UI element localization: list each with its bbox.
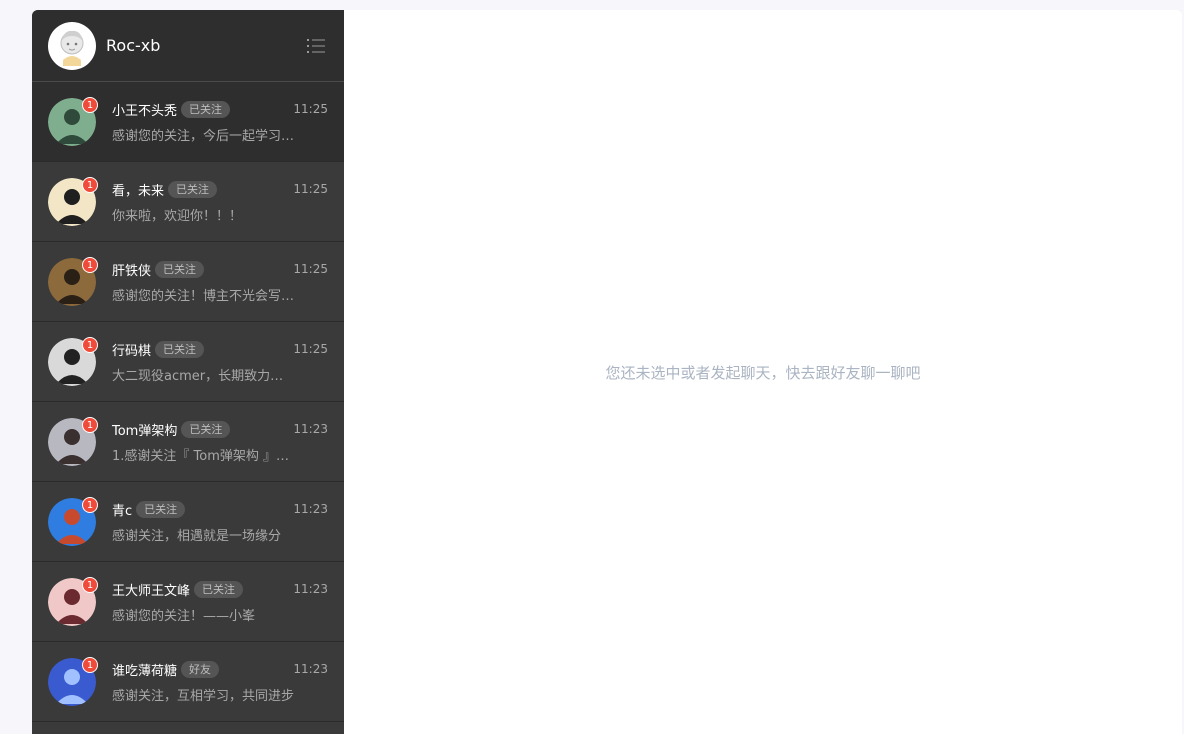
empty-chat-hint: 您还未选中或者发起聊天，快去跟好友聊一聊吧 (605, 363, 921, 382)
chat-meta-top: 行码棋 已关注 11:25 (112, 339, 328, 359)
unread-badge: 1 (82, 496, 98, 513)
chat-meta: 行码棋 已关注 11:25 大二现役acmer，长期致力于算法学习 (112, 339, 328, 384)
relation-tag: 已关注 (155, 340, 205, 358)
unread-badge: 1 (82, 96, 98, 113)
contact-name: Tom弹架构 (112, 423, 178, 439)
chat-meta: 谁吃薄荷糖 好友 11:23 感谢关注，互相学习，共同进步 (112, 659, 328, 704)
contact-avatar-wrap: 1 (48, 496, 98, 546)
chat-list-item[interactable]: 1 肝铁侠 已关注 11:25 感谢您的关注！博主不光会写代码 (32, 242, 344, 322)
message-preview: 你来啦，欢迎你！！！ (112, 209, 243, 224)
contact-name: 小王不头秃 (112, 103, 178, 119)
unread-badge: 1 (82, 256, 98, 273)
cartoon-face-icon (60, 30, 84, 66)
unread-badge: 1 (82, 656, 98, 673)
chat-list: 1 小王不头秃 已关注 11:25 感谢您的关注，今后一起学习进步 1 看，未来… (32, 82, 344, 734)
message-preview: 1.感谢关注『 Tom弹架构 』欢迎交流 (112, 449, 296, 464)
relation-tag: 已关注 (181, 420, 231, 438)
unread-badge: 1 (82, 576, 98, 593)
chat-meta: Tom弹架构 已关注 11:23 1.感谢关注『 Tom弹架构 』欢迎交流 (112, 419, 328, 464)
message-time: 11:23 (293, 582, 328, 596)
chat-meta-top: 小王不头秃 已关注 11:25 (112, 99, 328, 119)
profile-header: Roc-xb (32, 10, 344, 82)
message-time: 11:25 (293, 262, 328, 276)
chat-main-panel: 您还未选中或者发起聊天，快去跟好友聊一聊吧 (344, 10, 1182, 734)
relation-tag: 已关注 (194, 580, 244, 598)
chat-meta-top: 青c 已关注 11:23 (112, 499, 328, 519)
chat-list-item[interactable]: 1 看，未来 已关注 11:25 你来啦，欢迎你！！！ (32, 162, 344, 242)
contact-avatar-wrap: 1 (48, 256, 98, 306)
chat-sidebar: Roc-xb 1 小王不头秃 已关注 11:25 感谢您的关注，今后一起学习进步… (32, 10, 344, 734)
unread-badge: 1 (82, 336, 98, 353)
chat-list-item[interactable]: 1 青c 已关注 11:23 感谢关注，相遇就是一场缘分 (32, 482, 344, 562)
relation-tag: 已关注 (181, 100, 231, 118)
message-preview: 感谢您的关注，今后一起学习进步 (112, 129, 296, 144)
relation-tag: 好友 (181, 660, 220, 678)
contact-avatar-wrap: 1 (48, 656, 98, 706)
list-menu-icon[interactable] (306, 36, 326, 56)
chat-list-item[interactable]: 1 谁吃薄荷糖 好友 11:23 感谢关注，互相学习，共同进步 (32, 642, 344, 722)
message-time: 11:25 (293, 342, 328, 356)
chat-app: Roc-xb 1 小王不头秃 已关注 11:25 感谢您的关注，今后一起学习进步… (32, 10, 1182, 734)
message-time: 11:25 (293, 182, 328, 196)
message-time: 11:23 (293, 662, 328, 676)
message-preview: 感谢您的关注！博主不光会写代码 (112, 289, 296, 304)
contact-avatar-wrap: 1 (48, 576, 98, 626)
contact-avatar-wrap: 1 (48, 96, 98, 146)
chat-list-item[interactable]: 1 王大师王文峰 已关注 11:23 感谢您的关注！——小峯 (32, 562, 344, 642)
chat-meta-top: Tom弹架构 已关注 11:23 (112, 419, 328, 439)
chat-list-item[interactable]: 1 行码棋 已关注 11:25 大二现役acmer，长期致力于算法学习 (32, 322, 344, 402)
chat-meta-top: 谁吃薄荷糖 好友 11:23 (112, 659, 328, 679)
message-preview: 大二现役acmer，长期致力于算法学习 (112, 369, 296, 384)
chat-meta-top: 王大师王文峰 已关注 11:23 (112, 579, 328, 599)
contact-avatar-wrap: 1 (48, 336, 98, 386)
relation-tag: 已关注 (168, 180, 218, 198)
contact-name: 青c (112, 503, 133, 519)
message-preview: 感谢关注，互相学习，共同进步 (112, 689, 295, 704)
contact-name: 肝铁侠 (112, 263, 152, 279)
chat-list-item[interactable]: 1 小王不头秃 已关注 11:25 感谢您的关注，今后一起学习进步 (32, 82, 344, 162)
profile-avatar[interactable] (48, 21, 96, 70)
message-time: 11:23 (293, 502, 328, 516)
chat-list-item[interactable]: 1 Tom弹架构 已关注 11:23 1.感谢关注『 Tom弹架构 』欢迎交流 (32, 402, 344, 482)
contact-avatar-wrap: 1 (48, 176, 98, 226)
contact-avatar-wrap: 1 (48, 416, 98, 466)
message-time: 11:25 (293, 102, 328, 116)
contact-name: 行码棋 (112, 343, 152, 359)
chat-meta: 肝铁侠 已关注 11:25 感谢您的关注！博主不光会写代码 (112, 259, 328, 304)
chat-meta: 看，未来 已关注 11:25 你来啦，欢迎你！！！ (112, 179, 328, 224)
chat-meta: 小王不头秃 已关注 11:25 感谢您的关注，今后一起学习进步 (112, 99, 328, 144)
relation-tag: 已关注 (136, 500, 186, 518)
chat-meta: 青c 已关注 11:23 感谢关注，相遇就是一场缘分 (112, 499, 328, 544)
chat-meta-top: 肝铁侠 已关注 11:25 (112, 259, 328, 279)
unread-badge: 1 (82, 176, 98, 193)
message-preview: 感谢关注，相遇就是一场缘分 (112, 529, 282, 544)
profile-name: Roc-xb (106, 36, 161, 55)
relation-tag: 已关注 (155, 260, 205, 278)
unread-badge: 1 (82, 416, 98, 433)
contact-name: 谁吃薄荷糖 (112, 663, 178, 679)
contact-name: 王大师王文峰 (112, 583, 191, 599)
chat-meta: 王大师王文峰 已关注 11:23 感谢您的关注！——小峯 (112, 579, 328, 624)
message-preview: 感谢您的关注！——小峯 (112, 609, 256, 624)
message-time: 11:23 (293, 422, 328, 436)
contact-name: 看，未来 (112, 183, 165, 199)
chat-meta-top: 看，未来 已关注 11:25 (112, 179, 328, 199)
